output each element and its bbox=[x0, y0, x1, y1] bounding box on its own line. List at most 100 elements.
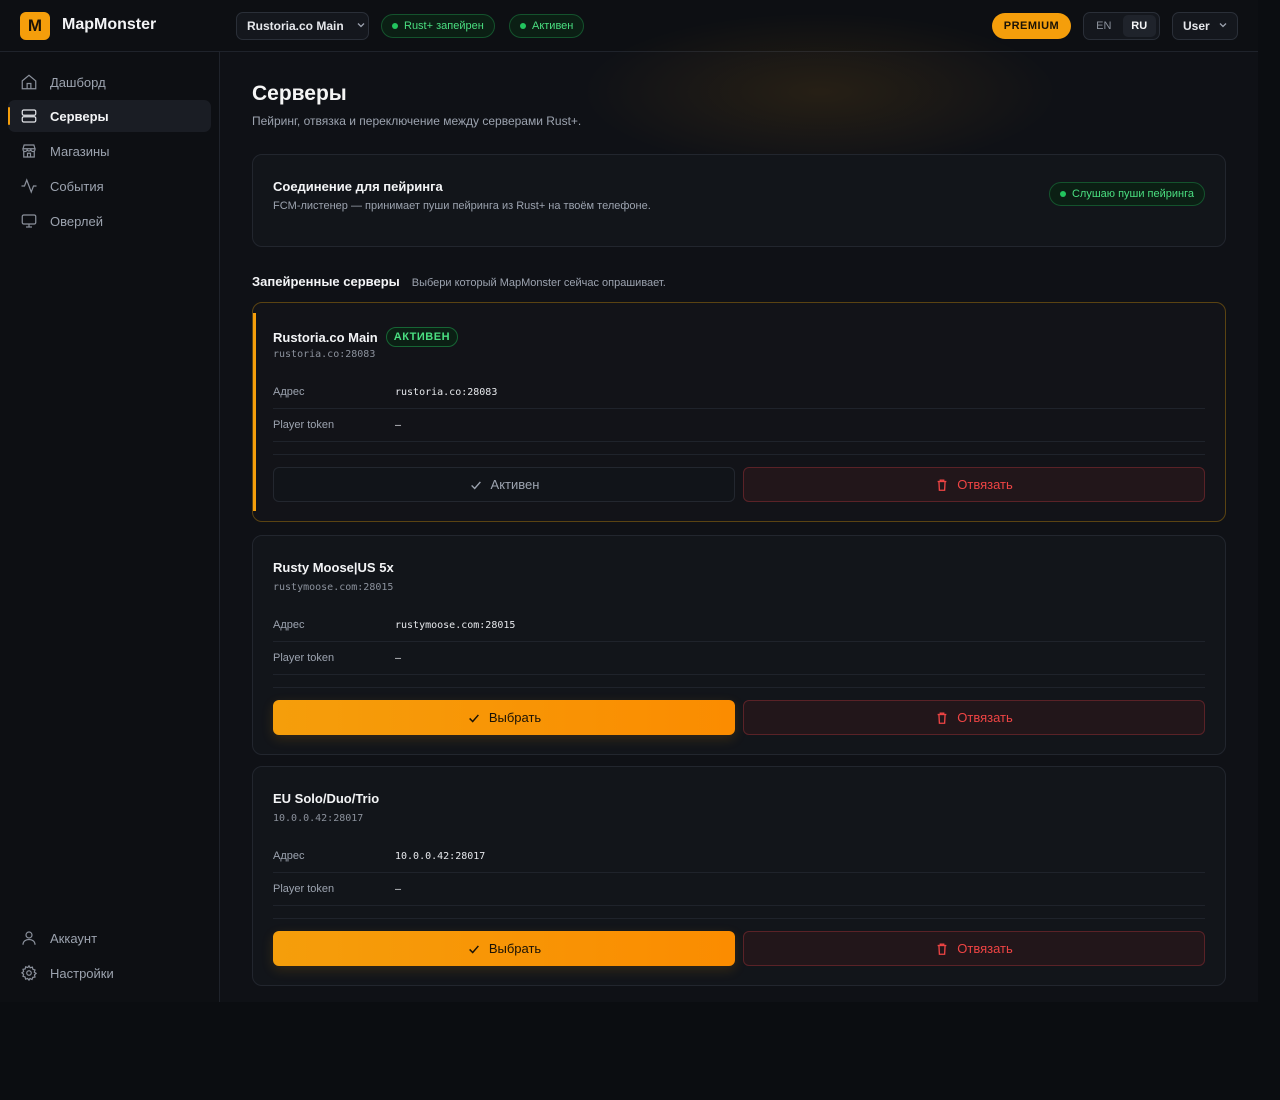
select-label: Выбрать bbox=[488, 941, 542, 956]
sidebar-item-label: Настройки bbox=[50, 965, 114, 981]
store-icon bbox=[22, 144, 36, 158]
status-dot-icon bbox=[392, 23, 398, 29]
activity-icon bbox=[21, 178, 37, 194]
server-name-text: Rustoria.co Main bbox=[273, 329, 378, 345]
server-name: EU Solo/Duo/Trio bbox=[273, 791, 379, 806]
rust-paired-label: Rust+ запейрен bbox=[404, 20, 484, 32]
monitor-icon bbox=[21, 214, 37, 228]
sidebar-item-stores[interactable]: Магазины bbox=[8, 135, 211, 167]
sidebar-item-label: Аккаунт bbox=[50, 930, 98, 946]
check-icon bbox=[468, 944, 479, 954]
active-status-label: Активен bbox=[532, 20, 574, 32]
player-token-label: Player token bbox=[273, 652, 335, 664]
gear-icon bbox=[20, 964, 38, 982]
player-token-label: Player token bbox=[273, 419, 335, 431]
active-state-label: Активен bbox=[490, 477, 540, 492]
address-value: 10.0.0.42:28017 bbox=[395, 851, 486, 862]
player-token-row: Player token — bbox=[273, 873, 1205, 906]
paired-servers-title: Запейренные серверы bbox=[252, 274, 400, 289]
chevron-down-icon bbox=[1218, 20, 1228, 33]
server-name: Rustoria.co Main АКТИВЕН bbox=[273, 327, 459, 347]
address-label: Адрес bbox=[273, 850, 305, 862]
unbind-label: Отвязать bbox=[957, 477, 1013, 492]
language-switcher: EN RU bbox=[1083, 12, 1160, 40]
unbind-button[interactable]: Отвязать bbox=[743, 700, 1205, 735]
active-badge: АКТИВЕН bbox=[385, 327, 459, 347]
sidebar-item-label: Серверы bbox=[50, 108, 109, 124]
player-token-value: — bbox=[395, 653, 402, 664]
server-host: 10.0.0.42:28017 bbox=[273, 813, 364, 824]
paired-servers-subtitle: Выбери который MapMonster сейчас опрашив… bbox=[411, 277, 666, 289]
divider bbox=[273, 454, 1205, 455]
player-token-value: — bbox=[395, 420, 402, 431]
select-label: Выбрать bbox=[488, 710, 542, 725]
server-host: rustymoose.com:28015 bbox=[273, 582, 394, 593]
sidebar-item-dashboard[interactable]: Дашборд bbox=[8, 66, 211, 98]
divider bbox=[273, 687, 1205, 688]
chevron-down-icon bbox=[356, 20, 366, 33]
unbind-button[interactable]: Отвязать bbox=[743, 931, 1205, 966]
main-content: Серверы Пейринг, отвязка и переключение … bbox=[220, 12, 1258, 1002]
page-title: Серверы bbox=[252, 82, 347, 105]
check-icon bbox=[470, 480, 481, 490]
address-label: Адрес bbox=[273, 386, 305, 398]
status-dot-icon bbox=[1059, 191, 1066, 197]
sidebar-item-settings[interactable]: Настройки bbox=[8, 957, 211, 989]
select-server-button[interactable]: Выбрать bbox=[273, 700, 735, 735]
server-host: rustoria.co:28083 bbox=[273, 349, 376, 360]
server-icon bbox=[21, 109, 37, 123]
unbind-label: Отвязать bbox=[957, 941, 1013, 956]
address-label: Адрес bbox=[273, 619, 305, 631]
check-icon bbox=[468, 713, 479, 723]
sidebar-item-servers[interactable]: Серверы bbox=[8, 100, 211, 132]
home-icon bbox=[21, 74, 37, 90]
sidebar-item-label: Магазины bbox=[50, 143, 110, 159]
sidebar-item-label: События bbox=[50, 178, 104, 194]
player-token-row: Player token — bbox=[273, 642, 1205, 675]
user-icon bbox=[22, 931, 36, 945]
divider bbox=[273, 918, 1205, 919]
user-menu[interactable]: User bbox=[1172, 12, 1238, 40]
top-bar: M MapMonster Rustoria.co Main Rust+ запе… bbox=[0, 0, 1258, 52]
player-token-label: Player token bbox=[273, 883, 335, 895]
address-row: Адрес rustoria.co:28083 bbox=[273, 376, 1205, 409]
sidebar-item-events[interactable]: События bbox=[8, 170, 211, 202]
server-name-text: Rusty Moose|US 5x bbox=[273, 560, 394, 575]
player-token-row: Player token — bbox=[273, 409, 1205, 442]
player-token-value: — bbox=[395, 884, 402, 895]
sidebar: Дашборд Серверы Магазины События Оверлей… bbox=[0, 52, 220, 1002]
server-name-text: EU Solo/Duo/Trio bbox=[273, 791, 380, 806]
address-value: rustoria.co:28083 bbox=[395, 387, 498, 398]
pairing-title: Соединение для пейринга bbox=[273, 179, 443, 194]
address-value: rustymoose.com:28015 bbox=[395, 620, 516, 631]
server-select-label: Rustoria.co Main bbox=[247, 19, 344, 33]
lang-ru[interactable]: RU bbox=[1122, 15, 1156, 37]
app-shell: M MapMonster Rustoria.co Main Rust+ запе… bbox=[0, 0, 1258, 1002]
user-name: User bbox=[1183, 19, 1210, 33]
address-row: Адрес rustymoose.com:28015 bbox=[273, 609, 1205, 642]
server-select[interactable]: Rustoria.co Main bbox=[236, 12, 369, 40]
select-server-button[interactable]: Выбрать bbox=[273, 931, 735, 966]
rust-paired-pill: Rust+ запейрен bbox=[381, 14, 495, 38]
pairing-description: FCM-листенер — принимает пуши пейринга и… bbox=[273, 200, 651, 212]
sidebar-item-label: Дашборд bbox=[50, 74, 106, 90]
active-state-button[interactable]: Активен bbox=[273, 467, 735, 502]
logo-icon[interactable]: M bbox=[20, 12, 50, 40]
server-card: Rusty Moose|US 5x rustymoose.com:28015 А… bbox=[252, 535, 1226, 755]
pairing-card: Соединение для пейринга FCM-листенер — п… bbox=[252, 154, 1226, 247]
trash-icon bbox=[937, 479, 947, 491]
sidebar-item-overlay[interactable]: Оверлей bbox=[8, 205, 211, 237]
sidebar-item-label: Оверлей bbox=[50, 213, 103, 229]
sidebar-item-account[interactable]: Аккаунт bbox=[8, 922, 211, 954]
premium-badge[interactable]: PREMIUM bbox=[992, 13, 1071, 39]
server-name: Rusty Moose|US 5x bbox=[273, 560, 394, 575]
unbind-button[interactable]: Отвязать bbox=[743, 467, 1205, 502]
address-row: Адрес 10.0.0.42:28017 bbox=[273, 840, 1205, 873]
trash-icon bbox=[937, 712, 947, 724]
app-name: MapMonster bbox=[62, 16, 157, 33]
lang-en[interactable]: EN bbox=[1087, 15, 1121, 37]
status-dot-icon bbox=[520, 23, 526, 29]
trash-icon bbox=[937, 943, 947, 955]
unbind-label: Отвязать bbox=[957, 710, 1013, 725]
paired-servers-header: Запейренные серверы Выбери который MapMo… bbox=[252, 274, 666, 289]
